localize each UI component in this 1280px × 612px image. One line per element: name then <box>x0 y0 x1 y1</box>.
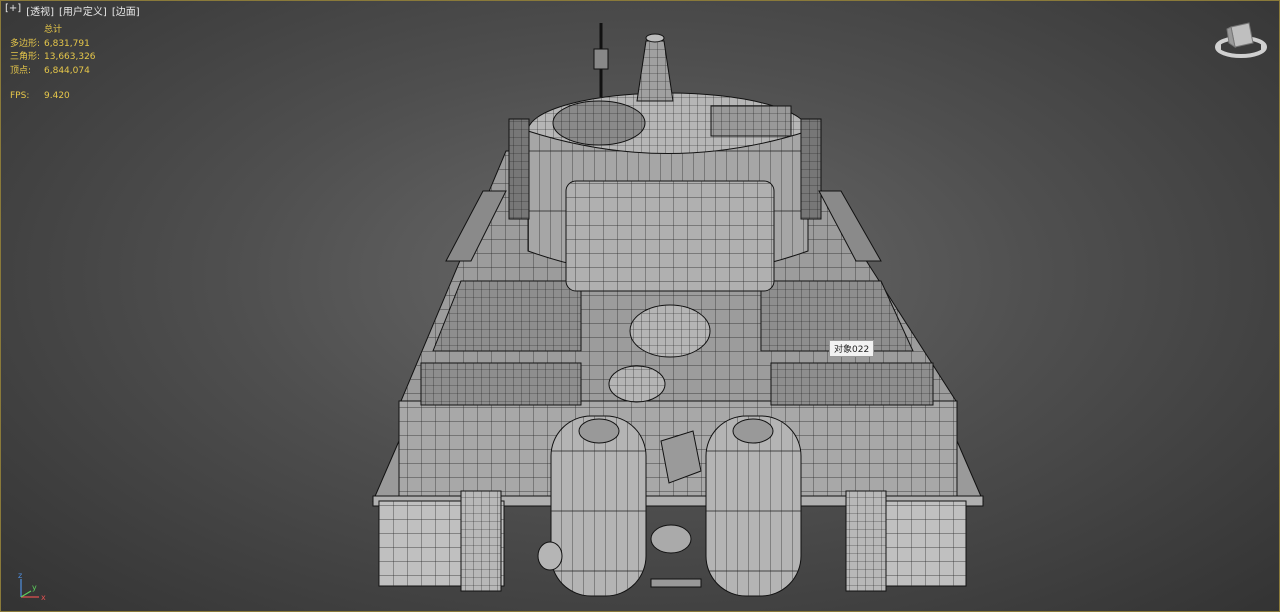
perspective-viewport[interactable]: [+] [透视] [用户定义] [边面] 总计 多边形: 6,831,791 三角… <box>0 0 1280 612</box>
antenna <box>593 23 609 97</box>
viewcube-icon[interactable] <box>1213 17 1269 67</box>
turret <box>527 92 809 292</box>
axis-y-label: y <box>32 583 37 592</box>
exhaust-left <box>550 415 647 597</box>
track-housing-right <box>845 490 967 592</box>
axis-tripod-icon: x z y <box>18 571 46 602</box>
exhaust-right <box>705 415 802 597</box>
gun-barrel <box>636 33 674 102</box>
axis-x-label: x <box>41 593 46 602</box>
track-housing-left <box>378 490 505 592</box>
object-tooltip: 对象022 <box>829 340 875 357</box>
axis-z-label: z <box>18 571 22 580</box>
tank-model[interactable] <box>1 1 1280 612</box>
tow-shackle <box>537 541 563 571</box>
